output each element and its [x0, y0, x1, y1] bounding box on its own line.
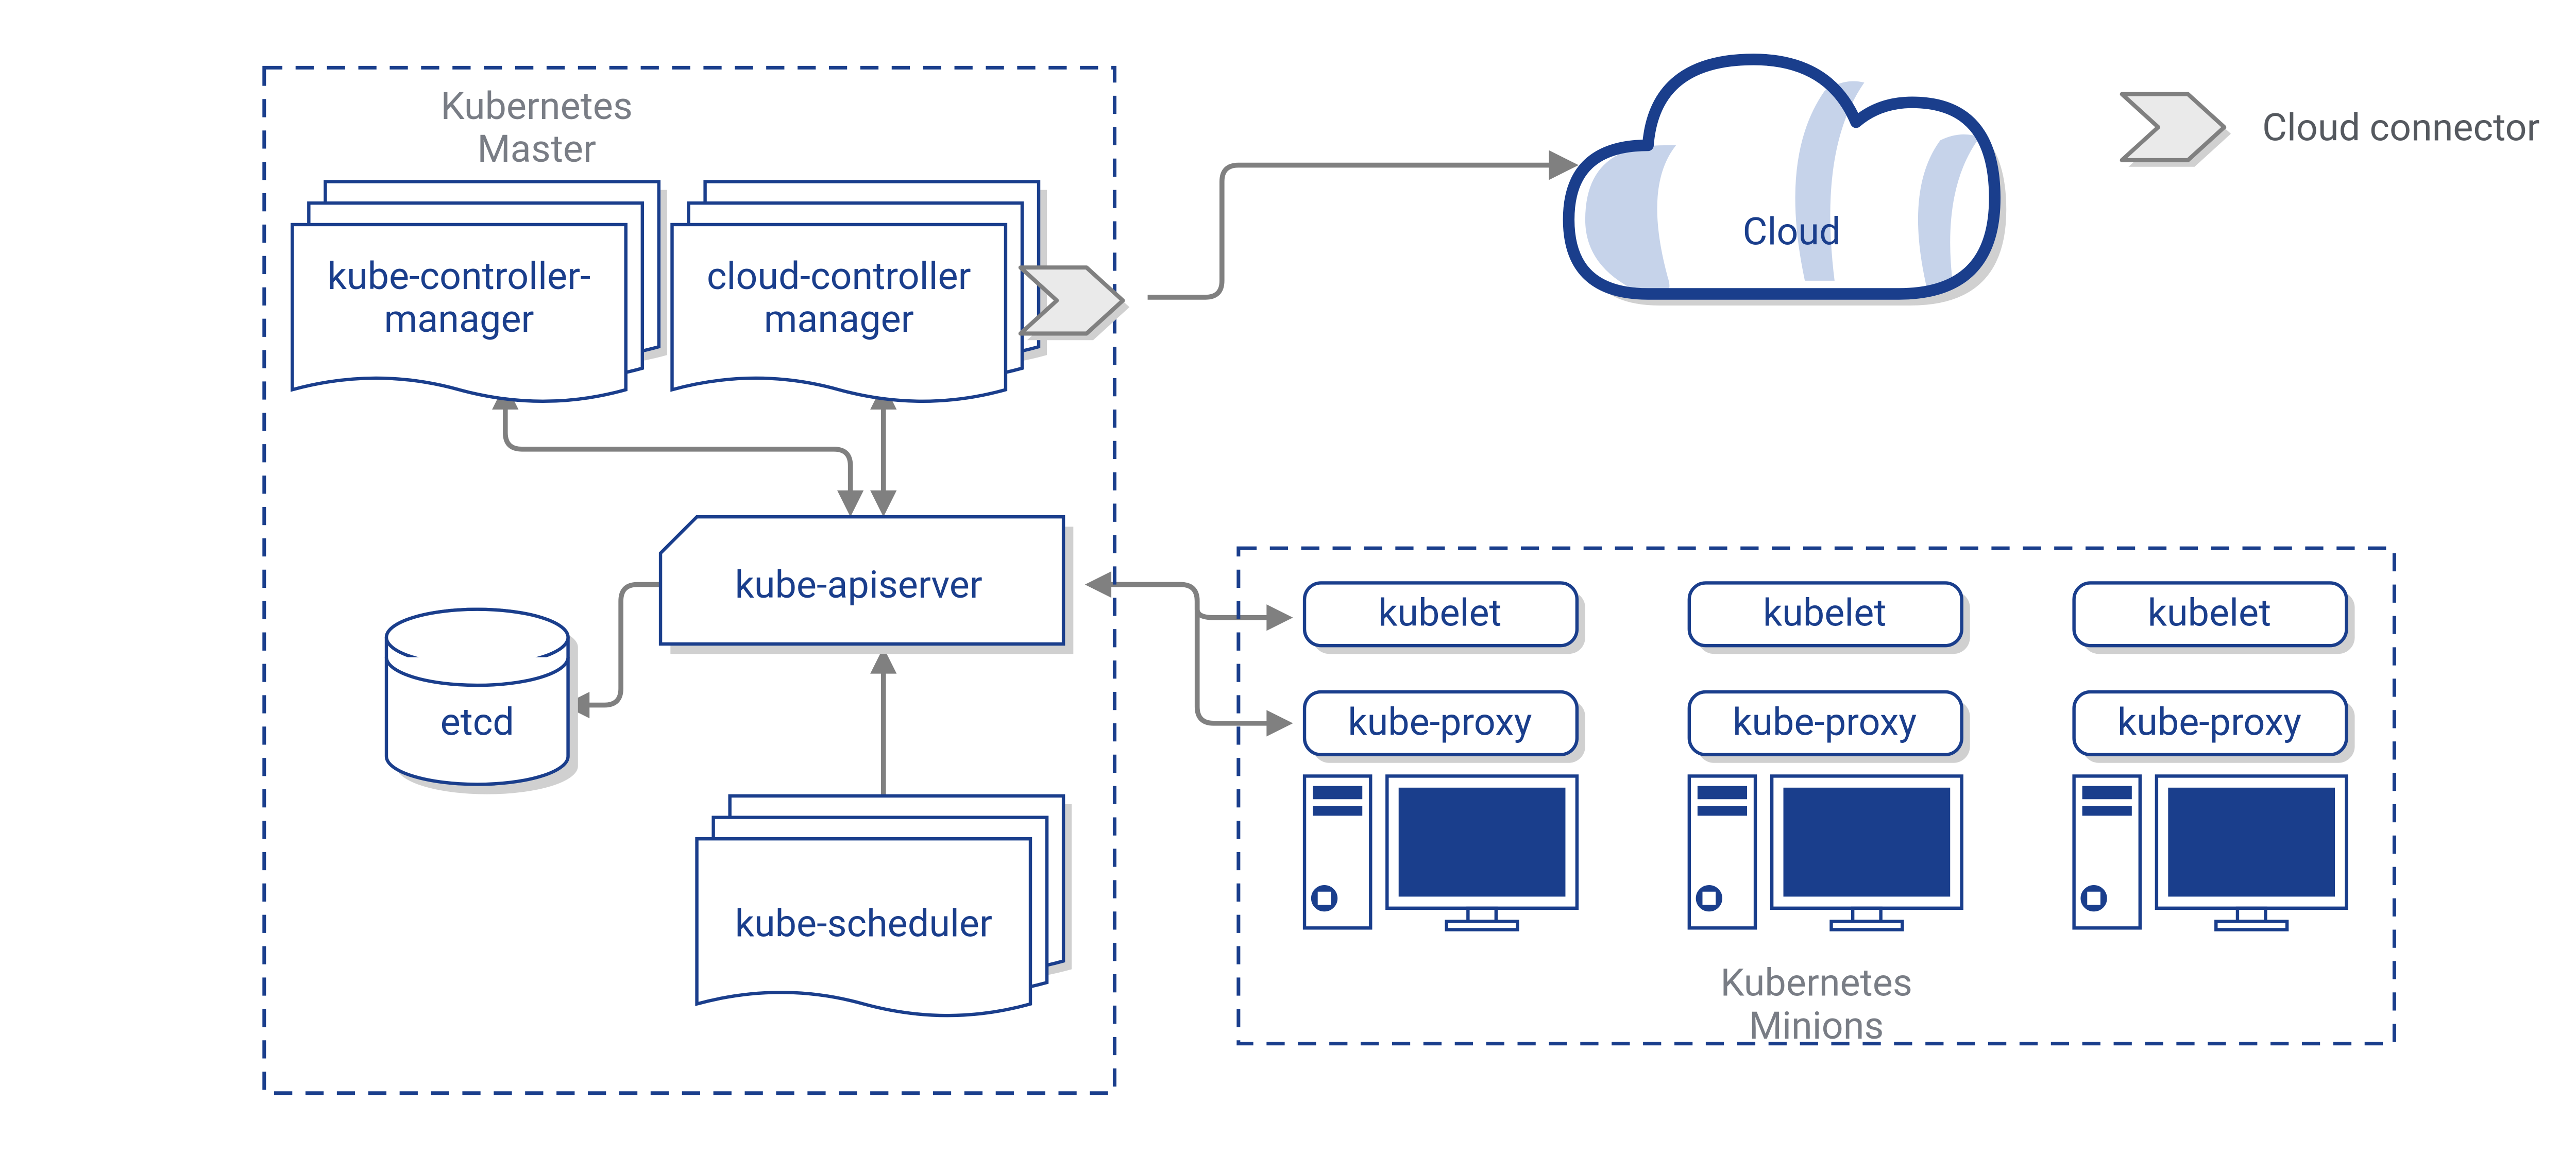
master-title-l1: Kubernetes	[440, 84, 633, 128]
minions-title-l1: Kubernetes	[1720, 961, 1912, 1005]
kubernetes-architecture-diagram: Kubernetes Master kube-controller- manag…	[0, 0, 2576, 1114]
minion-node-1: kubelet kube-proxy	[1304, 583, 1585, 929]
scheduler-label: kube-scheduler	[735, 901, 992, 945]
kube-proxy-label-1: kube-proxy	[1348, 700, 1532, 744]
minion-node-2: kubelet kube-proxy	[1689, 583, 1970, 929]
kubelet-label-2: kubelet	[1763, 591, 1887, 635]
kube-apiserver-node: kube-apiserver	[660, 517, 1073, 654]
arrow-ccm-cloud	[1148, 150, 1579, 297]
kcm-label-l1: kube-controller-	[328, 254, 591, 298]
cloud-controller-manager-node: cloud-controller manager	[672, 182, 1047, 401]
legend-label: Cloud connector	[2262, 105, 2540, 149]
kube-controller-manager-node: kube-controller- manager	[292, 182, 667, 401]
arrow-ccm-apiserver	[870, 383, 896, 517]
master-title-l2: Master	[477, 127, 596, 171]
apiserver-label: kube-apiserver	[735, 563, 982, 607]
etcd-node: etcd	[386, 609, 578, 794]
computer-icon-1	[1304, 776, 1577, 929]
computer-icon-2	[1689, 776, 1962, 929]
kube-proxy-label-2: kube-proxy	[1733, 700, 1917, 744]
minion-node-3: kubelet kube-proxy	[2074, 583, 2355, 929]
ccm-label-l2: manager	[764, 297, 914, 341]
minions-title-l2: Minions	[1749, 1004, 1884, 1048]
kube-scheduler-node: kube-scheduler	[697, 796, 1072, 1015]
arrow-kcm-apiserver	[492, 383, 863, 517]
kcm-label-l2: manager	[384, 297, 534, 341]
ccm-label-l1: cloud-controller	[707, 254, 971, 298]
legend-cloud-connector: Cloud connector	[2122, 94, 2540, 167]
cloud-node: Cloud	[1569, 59, 2006, 306]
etcd-label: etcd	[440, 700, 514, 744]
cloud-label: Cloud	[1742, 209, 1840, 253]
kubelet-label-1: kubelet	[1378, 591, 1502, 635]
kube-proxy-label-3: kube-proxy	[2117, 700, 2301, 744]
computer-icon-3	[2074, 776, 2347, 929]
kubelet-label-3: kubelet	[2148, 591, 2272, 635]
arrow-apiserver-minions	[1085, 571, 1293, 737]
